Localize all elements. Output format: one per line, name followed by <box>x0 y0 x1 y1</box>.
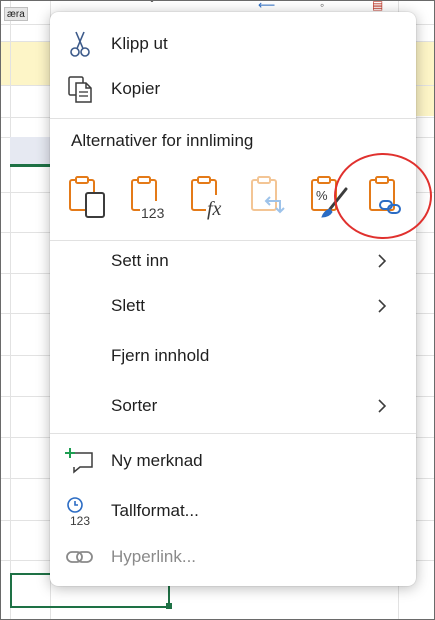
screenshot-border <box>0 0 435 620</box>
